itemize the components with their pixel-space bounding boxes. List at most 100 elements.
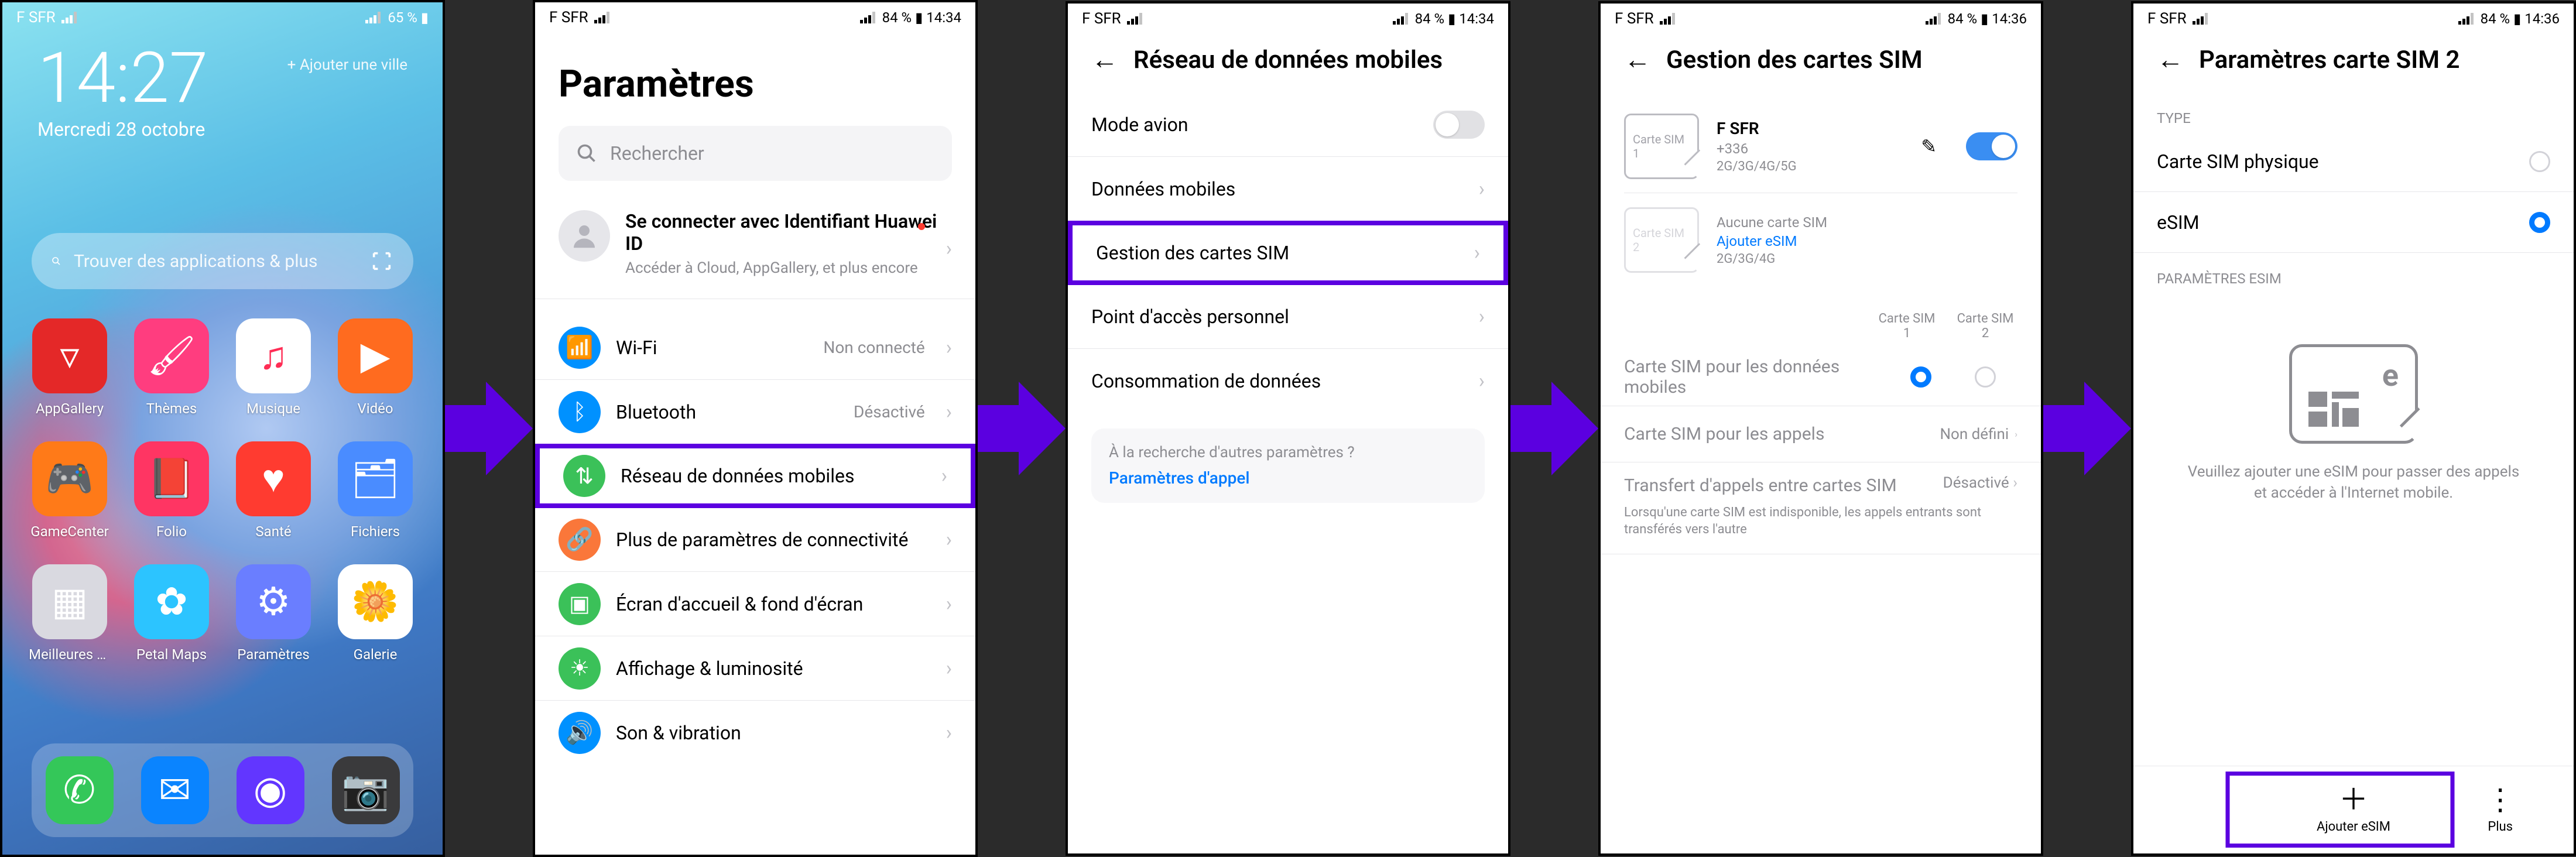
row-usage[interactable]: Consommation de données› <box>1068 349 1508 413</box>
battery-time-label: 84 % ▮ 14:36 <box>1948 11 2027 27</box>
column-headers: Carte SIM 1 Carte SIM 2 <box>1601 294 2041 348</box>
row-airplane[interactable]: Mode avion <box>1068 92 1508 157</box>
signal-icon <box>61 12 78 23</box>
row-simmgmt[interactable]: Gestion des cartes SIM› <box>1068 221 1508 285</box>
edit-icon[interactable]: ✎ <box>1921 135 1937 157</box>
battery-label: 65 % ▮ <box>388 9 429 26</box>
search-icon <box>52 256 61 266</box>
app-musique[interactable]: ♫ Musique <box>229 318 317 417</box>
settings-row-conn[interactable]: 🔗 Plus de paramètres de connectivité › <box>535 508 975 572</box>
phone-sim-management: F SFR 84 % ▮ 14:36 ← Gestion des cartes … <box>1598 1 2043 856</box>
airplane-toggle[interactable] <box>1433 111 1485 139</box>
radio-esim[interactable] <box>2529 212 2550 233</box>
back-button[interactable]: ← <box>2157 46 2184 73</box>
app-grid: ▿ AppGallery🖌 Thèmes♫ Musique▶ Vidéo🎮 Ga… <box>2 289 443 663</box>
app-sante[interactable]: ♥ Santé <box>229 441 317 540</box>
battery-time-label: 84 % ▮ 14:34 <box>882 9 961 26</box>
back-button[interactable]: ← <box>1624 46 1651 73</box>
radio-physical[interactable] <box>2529 151 2550 172</box>
radio-sim1[interactable] <box>1910 366 1931 388</box>
settings-row-sound[interactable]: 🔊 Son & vibration › <box>535 701 975 765</box>
app-parametres[interactable]: ⚙ Paramètres <box>229 564 317 663</box>
row-hotspot[interactable]: Point d'accès personnel› <box>1068 284 1508 349</box>
chevron-right-icon: › <box>946 400 952 424</box>
page-title: Paramètres <box>535 33 975 120</box>
data-sim-row[interactable]: Carte SIM pour les données mobiles <box>1601 348 2041 406</box>
app-fichiers[interactable]: 🗂 Fichiers <box>331 441 419 540</box>
row-mobdata[interactable]: Données mobiles› <box>1068 157 1508 221</box>
sound-icon: 🔊 <box>559 712 601 754</box>
app-video[interactable]: ▶ Vidéo <box>331 318 419 417</box>
battery-time-label: 84 % ▮ 14:34 <box>1415 11 1494 27</box>
sim2-row[interactable]: Carte SIM 2 Aucune carte SIM Ajouter eSI… <box>1624 193 2017 287</box>
arrow-step-1 <box>445 0 533 857</box>
chevron-right-icon: › <box>941 464 947 488</box>
app-label: AppGallery <box>36 400 104 417</box>
option-physical-sim[interactable]: Carte SIM physique <box>2133 131 2574 192</box>
app-appgallery[interactable]: ▿ AppGallery <box>26 318 114 417</box>
status-bar: F SFR 65 % ▮ <box>2 2 443 33</box>
meilleuresapps-icon: ▦ <box>32 564 107 639</box>
more-icon: ⋮ <box>2486 786 2515 815</box>
sim1-name: F SFR <box>1717 119 1903 138</box>
option-esim[interactable]: eSIM <box>2133 192 2574 253</box>
back-button[interactable]: ← <box>1091 46 1118 73</box>
app-gamecenter[interactable]: 🎮 GameCenter <box>26 441 114 540</box>
signal-icon <box>860 12 876 23</box>
hint-question: À la recherche d'autres paramètres ? <box>1109 444 1467 461</box>
signal-icon <box>1926 13 1942 25</box>
sim2-add-link[interactable]: Ajouter eSIM <box>1717 233 2017 249</box>
signal-icon <box>1660 13 1676 25</box>
call-forward-row[interactable]: Désactivé › Transfert d'appels entre car… <box>1601 462 2041 554</box>
clock-widget: Ajouter une ville 14:27 Mercredi 28 octo… <box>2 33 443 151</box>
search-bar[interactable] <box>32 233 413 289</box>
signal-icon <box>2458 13 2475 25</box>
signal-icon <box>365 12 382 23</box>
chevron-right-icon: › <box>946 721 952 745</box>
radio-sim2[interactable] <box>1975 366 1996 388</box>
appgallery-icon: ▿ <box>32 318 107 393</box>
notification-dot <box>918 223 925 230</box>
bt-icon: ᛒ <box>559 391 601 433</box>
app-themes[interactable]: 🖌 Thèmes <box>128 318 215 417</box>
search-input[interactable] <box>609 142 934 165</box>
sim1-toggle[interactable] <box>1966 132 2017 160</box>
battery-time-label: 84 % ▮ 14:36 <box>2481 11 2560 27</box>
disp-icon: ☀ <box>559 647 601 690</box>
sim-card-icon: Carte SIM 2 <box>1624 207 1699 273</box>
app-folio[interactable]: 📕 Folio <box>128 441 215 540</box>
dock-messages[interactable]: ✉ <box>141 756 209 824</box>
add-city-link[interactable]: Ajouter une ville <box>287 56 407 74</box>
search-input[interactable] <box>73 251 358 272</box>
app-label: Paramètres <box>237 646 309 663</box>
carrier-label: F SFR <box>1082 10 1121 28</box>
app-label: Santé <box>255 523 291 540</box>
page-title: Paramètres carte SIM 2 <box>2199 46 2459 74</box>
settings-row-wifi[interactable]: 📶 Wi-Fi Non connecté › <box>535 316 975 380</box>
dock-browser[interactable]: ◉ <box>237 756 304 824</box>
app-label: Fichiers <box>351 523 400 540</box>
settings-row-bt[interactable]: ᛒ Bluetooth Désactivé › <box>535 380 975 444</box>
settings-row-data[interactable]: ⇅ Réseau de données mobiles › <box>535 444 975 508</box>
search-bar[interactable] <box>559 126 952 181</box>
app-label: Galerie <box>354 646 398 663</box>
app-meilleuresapps[interactable]: ▦ Meilleures ap… <box>26 564 114 663</box>
app-label: Meilleures ap… <box>29 646 111 663</box>
chevron-right-icon: › <box>946 528 952 551</box>
sim-card-icon: Carte SIM 1 <box>1624 114 1699 179</box>
status-bar: F SFR 84 % ▮ 14:36 <box>2133 4 2574 34</box>
scan-icon[interactable] <box>370 249 393 273</box>
settings-row-disp[interactable]: ☀ Affichage & luminosité › <box>535 636 975 701</box>
app-galerie[interactable]: 🌼 Galerie <box>331 564 419 663</box>
settings-row-home[interactable]: ▣ Écran d'accueil & fond d'écran › <box>535 572 975 636</box>
chevron-right-icon: › <box>946 592 952 616</box>
dock-camera[interactable]: 📷 <box>332 756 400 824</box>
chevron-right-icon: › <box>1479 177 1485 201</box>
call-sim-row[interactable]: Carte SIM pour les appels Non défini › <box>1601 406 2041 462</box>
sim1-row[interactable]: Carte SIM 1 F SFR +336 2G/3G/4G/5G ✎ <box>1624 100 2017 193</box>
dock-phone[interactable]: ✆ <box>46 756 114 824</box>
app-petalmaps[interactable]: ✿ Petal Maps <box>128 564 215 663</box>
account-row[interactable]: Se connecter avec Identifiant Huawei ID … <box>535 198 975 299</box>
hint-link[interactable]: Paramètres d'appel <box>1109 468 1467 488</box>
sim1-number: +336 <box>1717 140 1903 157</box>
